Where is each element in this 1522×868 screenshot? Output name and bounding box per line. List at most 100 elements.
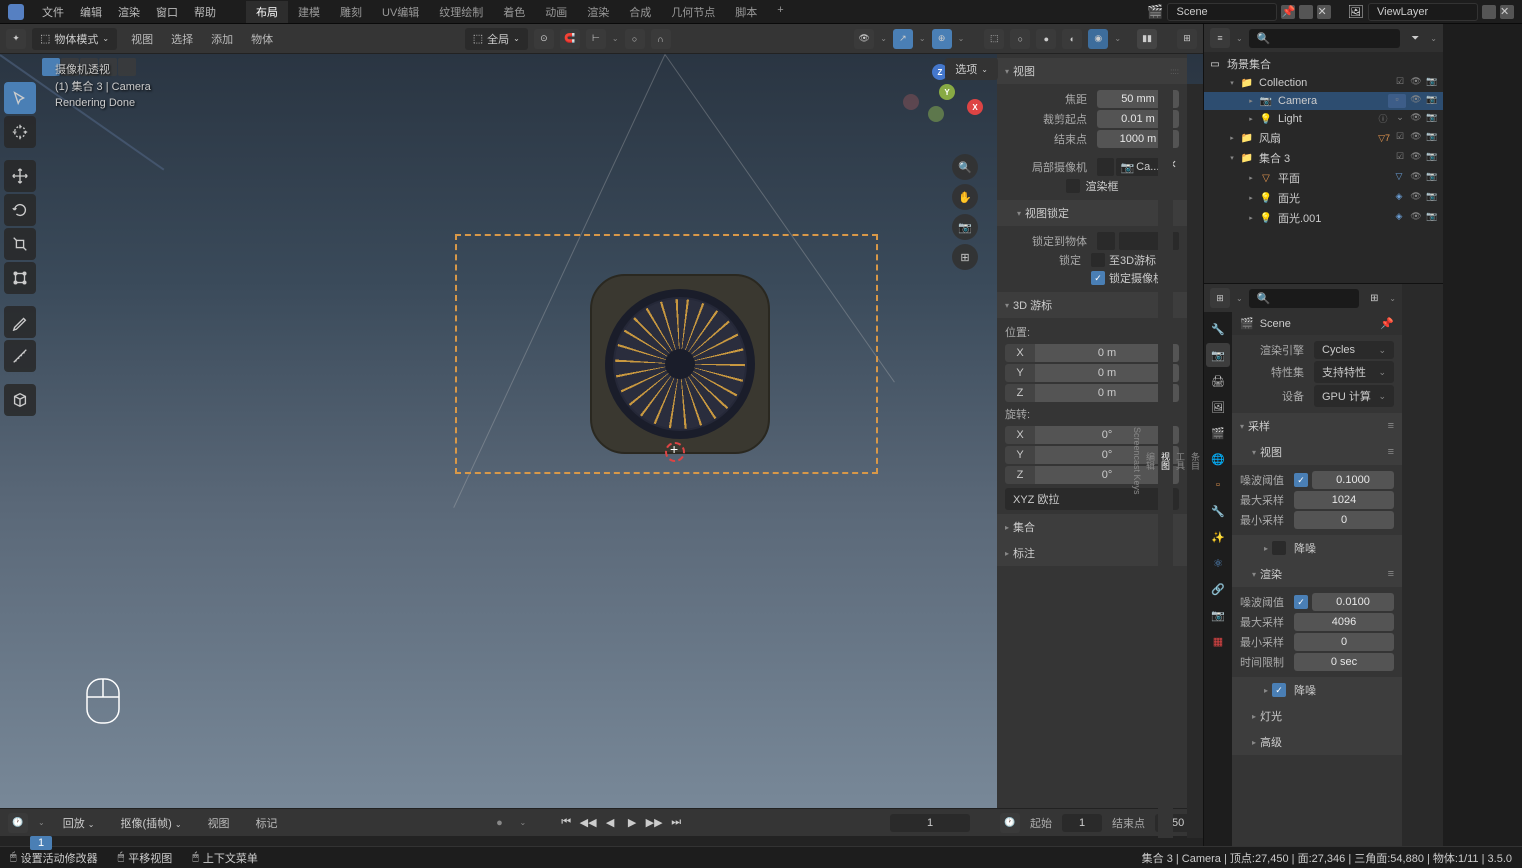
render-min-samples-field[interactable]: 0	[1294, 633, 1394, 651]
view-panel-header[interactable]: 视图::::	[997, 58, 1187, 84]
pan-icon[interactable]: ✋	[952, 184, 978, 210]
ptab-tool-icon[interactable]: 🔧	[1206, 317, 1230, 341]
annotate-tool-icon[interactable]	[4, 306, 36, 338]
new-viewlayer-icon[interactable]	[1482, 5, 1496, 19]
advanced-panel-header[interactable]: 高级	[1232, 729, 1402, 755]
tree-toggle-icon[interactable]: 📷	[1425, 191, 1439, 205]
viewport-sampling-header[interactable]: 视图≡	[1232, 439, 1402, 465]
overlay-toggle-icon[interactable]: ⊕	[932, 29, 952, 49]
workspace-tab[interactable]: 着色	[493, 1, 535, 23]
n-tab-screencast[interactable]: Screencast Keys	[1131, 84, 1143, 838]
ptab-output-icon[interactable]: 🖨	[1206, 369, 1230, 393]
lock-obj-picker-icon[interactable]	[1097, 232, 1115, 250]
panel-menu-icon[interactable]: ≡	[1388, 446, 1394, 458]
marker-menu[interactable]: 标记	[248, 812, 286, 834]
ptab-render-icon[interactable]: 📷	[1206, 343, 1230, 367]
play-reverse-icon[interactable]: ◀	[600, 814, 620, 832]
panel-menu-icon[interactable]: ≡	[1388, 420, 1394, 432]
ptab-physics-icon[interactable]: ⚛	[1206, 551, 1230, 575]
vp-noise-checkbox[interactable]: ✓	[1294, 473, 1308, 487]
menu-帮助[interactable]: 帮助	[186, 1, 224, 23]
timeline-editor-icon[interactable]: 🕐	[8, 813, 28, 833]
select-tool-icon[interactable]	[4, 82, 36, 114]
xray-icon[interactable]: ⬚	[984, 29, 1004, 49]
workspace-tab[interactable]: 雕刻	[330, 1, 372, 23]
scene-field[interactable]: Scene	[1167, 3, 1277, 21]
tree-toggle-icon[interactable]: 📷	[1425, 151, 1439, 165]
blender-logo-icon[interactable]	[8, 4, 24, 20]
tree-item[interactable]: ▾📁Collection☑👁📷	[1204, 74, 1443, 92]
vp-min-samples-field[interactable]: 0	[1294, 511, 1394, 529]
options-dropdown[interactable]: 选项⌄	[945, 58, 998, 80]
tree-toggle-icon[interactable]: 👁	[1409, 112, 1423, 126]
tree-toggle-icon[interactable]: 👁	[1409, 94, 1423, 108]
editor-type-icon[interactable]: ✦	[6, 29, 26, 49]
tree-toggle-icon[interactable]: 📷	[1425, 94, 1439, 108]
workspace-tab[interactable]: 渲染	[577, 1, 619, 23]
cursor-tool-icon[interactable]	[4, 116, 36, 148]
tree-toggle-icon[interactable]: 👁	[1409, 151, 1423, 165]
tree-item[interactable]: ▸💡面光◈👁📷	[1204, 188, 1443, 208]
vp-menu-物体[interactable]: 物体	[243, 28, 281, 50]
workspace-tab[interactable]: UV编辑	[372, 1, 429, 23]
mode-selector[interactable]: ⬚ 物体模式 ⌄	[32, 28, 117, 50]
vp-max-samples-field[interactable]: 1024	[1294, 491, 1394, 509]
tree-toggle-icon[interactable]: 👁	[1409, 76, 1423, 90]
current-frame-field[interactable]: 1	[890, 814, 970, 832]
shading-rendered-icon[interactable]: ◉	[1088, 29, 1108, 49]
render-noise-checkbox[interactable]: ✓	[1294, 595, 1308, 609]
shading-solid-icon[interactable]: ●	[1036, 29, 1056, 49]
axis-y-icon[interactable]: Y	[939, 84, 955, 100]
ptab-data-icon[interactable]: 📷	[1206, 603, 1230, 627]
transform-tool-icon[interactable]	[4, 262, 36, 294]
start-frame-field[interactable]: 1	[1062, 814, 1102, 832]
device-dropdown[interactable]: GPU 计算	[1314, 385, 1394, 407]
tree-toggle-icon[interactable]: 👁	[1409, 171, 1423, 185]
workspace-tab[interactable]: 几何节点	[661, 1, 725, 23]
workspace-tab[interactable]: 布局	[246, 1, 288, 23]
scale-tool-icon[interactable]	[4, 228, 36, 260]
tree-toggle-icon[interactable]: 📷	[1425, 76, 1439, 90]
tree-toggle-icon[interactable]: ☑	[1393, 131, 1407, 145]
sampling-panel-header[interactable]: 采样≡	[1232, 413, 1402, 439]
tree-toggle-icon[interactable]: ☑	[1393, 76, 1407, 90]
measure-tool-icon[interactable]	[4, 340, 36, 372]
pivot-icon[interactable]: ⊙	[534, 29, 554, 49]
light-panel-header[interactable]: 灯光	[1232, 703, 1402, 729]
jump-next-key-icon[interactable]: ▶▶	[644, 814, 664, 832]
workspace-tab[interactable]: +	[767, 1, 793, 23]
jump-start-icon[interactable]: ⏮	[556, 814, 576, 832]
ptab-scene-icon[interactable]: 🎬	[1206, 421, 1230, 445]
move-tool-icon[interactable]	[4, 160, 36, 192]
props-editor-icon[interactable]: ⊞	[1210, 288, 1230, 308]
snap-toggle-icon[interactable]: 🧲	[560, 29, 580, 49]
zoom-icon[interactable]: 🔍	[952, 154, 978, 180]
axis-neg-icon[interactable]	[903, 94, 919, 110]
proportional-icon[interactable]: ○	[625, 29, 645, 49]
tree-toggle-icon[interactable]: 📷	[1425, 131, 1439, 145]
lock-cursor-checkbox[interactable]	[1091, 253, 1105, 267]
transform-orientation[interactable]: ⬚全局⌄	[465, 28, 528, 50]
tree-toggle-icon[interactable]: 👁	[1409, 211, 1423, 225]
workspace-tab[interactable]: 纹理绘制	[429, 1, 493, 23]
playhead[interactable]: 1	[30, 836, 52, 850]
shading-material-icon[interactable]: ◐	[1062, 29, 1082, 49]
visibility-icon[interactable]: 👁	[854, 29, 874, 49]
workspace-tab[interactable]: 建模	[288, 1, 330, 23]
lock-camera-checkbox[interactable]: ✓	[1091, 271, 1105, 285]
vp-menu-选择[interactable]: 选择	[163, 28, 201, 50]
ptab-texture-icon[interactable]: ▦	[1206, 629, 1230, 653]
panel-menu-icon[interactable]: ≡	[1388, 568, 1394, 580]
pause-icon[interactable]: ▮▮	[1137, 29, 1157, 49]
local-cam-picker-icon[interactable]	[1097, 158, 1114, 176]
vp-noise-field[interactable]: 0.1000	[1312, 471, 1394, 489]
tree-item[interactable]: ▸💡Lightⓘ⌄👁📷	[1204, 110, 1443, 128]
tree-toggle-icon[interactable]: ☑	[1393, 151, 1407, 165]
perspective-icon[interactable]: ⊞	[952, 244, 978, 270]
tree-item[interactable]: ▸💡面光.001◈👁📷	[1204, 208, 1443, 228]
ptab-viewlayer-icon[interactable]: 🖼	[1206, 395, 1230, 419]
tree-item[interactable]: ▸▽平面▽👁📷	[1204, 168, 1443, 188]
snap-type-icon[interactable]: ⊢	[586, 29, 606, 49]
pin-props-icon[interactable]: 📌	[1380, 317, 1394, 330]
viewlayer-icon[interactable]: 🖼	[1347, 4, 1364, 20]
